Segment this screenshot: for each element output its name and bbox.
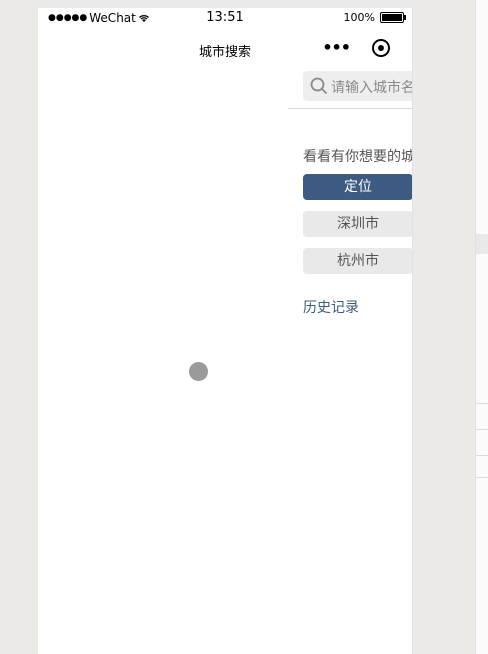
- hint-text: 看看有你想要的城市吗: [303, 149, 412, 165]
- locate-button[interactable]: 定位: [303, 174, 412, 200]
- more-icon[interactable]: •••: [322, 38, 351, 57]
- devtools-divider: [476, 477, 488, 478]
- city-button-shenzhen[interactable]: 深圳市: [303, 211, 412, 237]
- devtools-divider: [476, 429, 488, 430]
- devtools-panel: [475, 0, 488, 654]
- city-button-hangzhou[interactable]: 杭州市: [303, 248, 412, 274]
- phone-screen: ●●●●● WeChat 13:51 100% 城市搜索 ••• 请输入城市名 …: [38, 8, 413, 654]
- status-bar: ●●●●● WeChat 13:51 100%: [38, 8, 412, 28]
- search-placeholder: 请输入城市名: [331, 80, 413, 96]
- loading-dot: [189, 362, 208, 381]
- divider: [288, 108, 412, 109]
- close-target-icon[interactable]: [372, 38, 390, 57]
- capsule-menu: •••: [322, 38, 390, 57]
- battery-percent: 100%: [343, 11, 375, 24]
- navigation-bar: 城市搜索 •••: [38, 36, 412, 64]
- history-label: 历史记录: [303, 300, 359, 316]
- battery-icon: [380, 12, 406, 23]
- status-right: 100%: [343, 11, 406, 24]
- devtools-tab-bar: [476, 234, 488, 254]
- devtools-divider: [476, 403, 488, 404]
- devtools-divider: [476, 455, 488, 456]
- search-icon: [310, 77, 328, 95]
- search-input[interactable]: 请输入城市名: [303, 71, 413, 101]
